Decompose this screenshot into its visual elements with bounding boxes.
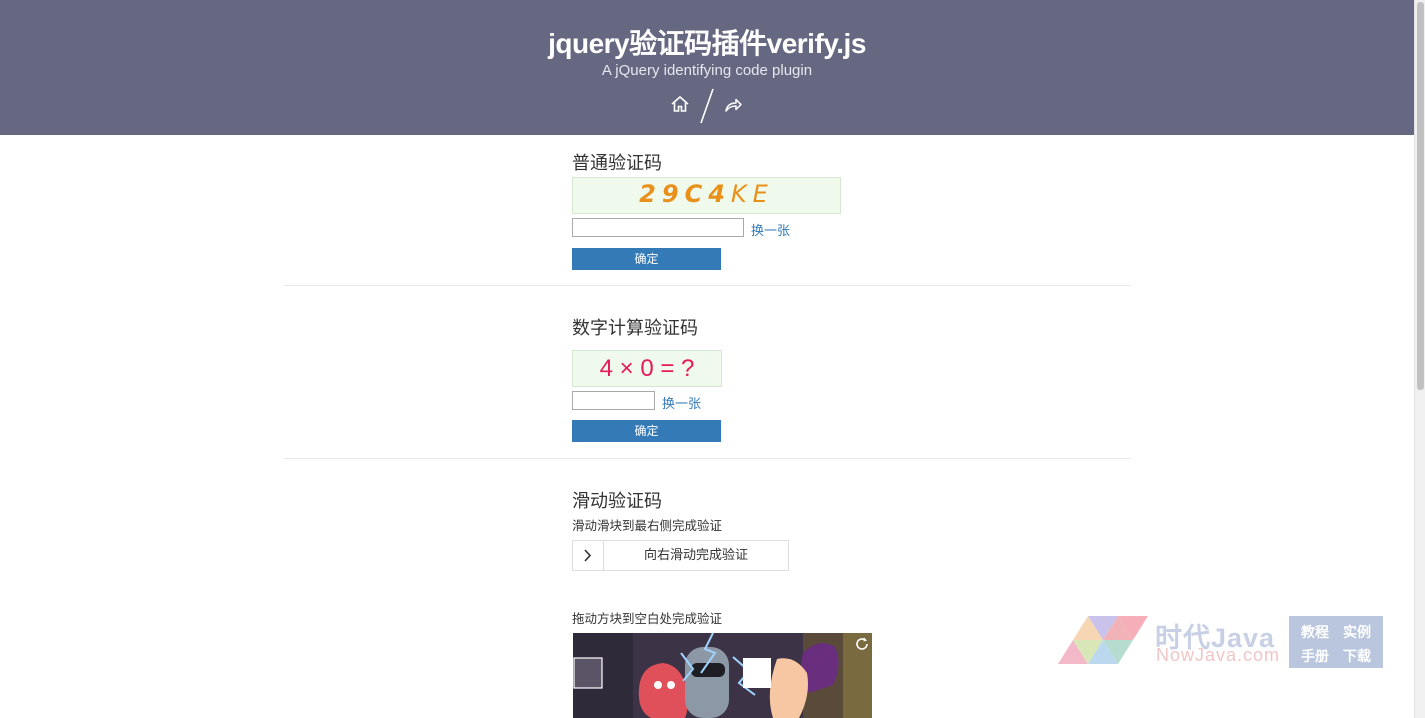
scrollbar-thumb[interactable] [1417, 2, 1424, 390]
page-title: jquery验证码插件verify.js [548, 28, 866, 59]
site-watermark: 时代Java NowJava.com 教程 实例 手册 下载 [1058, 614, 1384, 670]
watermark-link[interactable]: 教程 [1301, 622, 1329, 642]
slider-handle[interactable] [573, 541, 604, 570]
refresh-icon[interactable] [854, 636, 870, 652]
slide-captcha-title: 滑动验证码 [572, 491, 662, 512]
slide-track[interactable]: 向右滑动完成验证 [572, 540, 789, 571]
section-divider [284, 285, 1131, 286]
puzzle-background [573, 633, 872, 718]
watermark-logo-icon [1058, 616, 1148, 664]
puzzle-captcha-image[interactable] [573, 633, 872, 718]
normal-captcha-input[interactable] [572, 218, 744, 237]
chevron-right-icon [584, 549, 592, 562]
captcha-char: 4 [708, 180, 731, 208]
slide-hint: 滑动滑块到最右侧完成验证 [572, 518, 723, 533]
watermark-link[interactable]: 下载 [1343, 646, 1371, 666]
page: jquery验证码插件verify.js A jQuery identifyin… [0, 0, 1425, 718]
normal-submit-button[interactable]: 确定 [572, 248, 721, 270]
watermark-links: 教程 实例 手册 下载 [1289, 616, 1383, 668]
normal-captcha-image[interactable]: 29C4KE [572, 177, 841, 214]
calc-captcha-input[interactable] [572, 391, 655, 410]
captcha-char: 2 [639, 180, 662, 208]
slider-label: 向右滑动完成验证 [643, 548, 748, 563]
captcha-char: 9 [661, 180, 685, 208]
calc-submit-button[interactable]: 确定 [572, 420, 721, 442]
home-icon[interactable] [670, 94, 690, 114]
drag-hint: 拖动方块到空白处完成验证 [572, 611, 723, 626]
page-subtitle: A jQuery identifying code plugin [601, 62, 813, 79]
watermark-domain: NowJava.com [1156, 645, 1281, 665]
captcha-char: K [730, 180, 753, 208]
normal-captcha-title: 普通验证码 [572, 153, 662, 174]
nav-divider [700, 88, 714, 124]
share-icon[interactable] [723, 95, 743, 115]
captcha-code-text: 29C4KE [573, 180, 840, 208]
header-nav [668, 88, 748, 124]
captcha-char: E [752, 180, 774, 208]
watermark-link[interactable]: 手册 [1301, 646, 1329, 666]
calc-expression-text: 4 × 0 = ? [599, 355, 695, 382]
watermark-link[interactable]: 实例 [1343, 622, 1371, 642]
calc-captcha-title: 数字计算验证码 [572, 318, 698, 339]
section-divider [284, 458, 1131, 459]
calc-captcha-image[interactable]: 4 × 0 = ? [572, 350, 722, 387]
calc-refresh-link[interactable]: 换一张 [662, 393, 701, 412]
normal-refresh-link[interactable]: 换一张 [751, 220, 790, 239]
vertical-scrollbar[interactable] [1414, 0, 1425, 718]
captcha-char: C [684, 180, 709, 208]
header: jquery验证码插件verify.js A jQuery identifyin… [0, 0, 1414, 135]
